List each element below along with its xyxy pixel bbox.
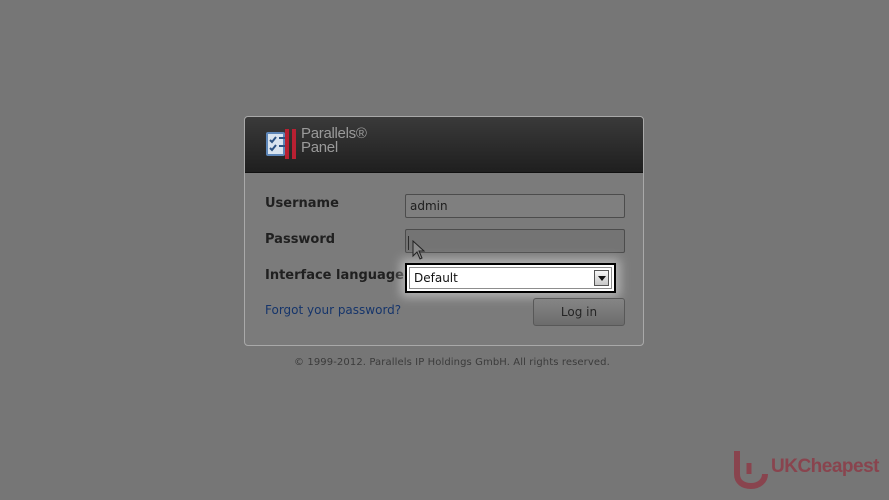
login-header: Parallels® Panel [245,117,643,173]
interface-language-select[interactable]: Default [409,267,612,289]
interface-language-value: Default [414,271,458,285]
password-label: Password [265,232,336,247]
log-in-button[interactable]: Log in [533,298,625,326]
parallels-panel-logo-icon [266,129,296,159]
parallels-logo: Parallels® Panel [265,126,385,163]
ukcheapest-watermark: UKCheapest [729,446,879,490]
password-input[interactable] [405,229,625,253]
username-input[interactable]: admin [405,194,625,218]
forgot-password-link[interactable]: Forgot your password? [265,303,401,317]
chevron-down-icon[interactable] [594,270,609,286]
parallels-panel-wordmark: Parallels® Panel [301,126,367,156]
username-label: Username [265,196,339,211]
login-panel: Parallels® Panel Username admin Password… [244,116,644,346]
interface-language-highlight: Default [405,263,616,293]
text-caret [408,236,409,250]
uk-cheapest-logo-icon [734,451,768,490]
ukcheapest-watermark-text: UKCheapest [771,456,879,477]
copyright-text: © 1999-2012. Parallels IP Holdings GmbH.… [294,357,610,368]
interface-language-label: Interface language [265,268,404,283]
panel-brand-name: Panel [301,139,338,156]
mouse-pointer-icon [412,240,426,260]
